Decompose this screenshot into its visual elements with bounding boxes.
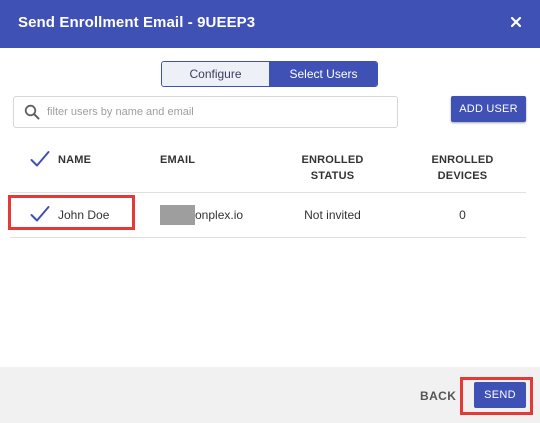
dialog-footer: BACK SEND — [0, 367, 540, 423]
column-enrolled-devices-line2: DEVICES — [437, 170, 488, 182]
row-check-icon[interactable] — [30, 205, 50, 228]
add-user-button[interactable]: ADD USER — [451, 96, 526, 122]
users-table: NAME EMAIL ENROLLED STATUS ENROLLED DEVI… — [10, 140, 526, 238]
dialog-title: Send Enrollment Email - 9UEEP3 — [18, 14, 256, 31]
back-button[interactable]: BACK — [420, 389, 456, 403]
send-button[interactable]: SEND — [474, 382, 526, 408]
column-enrolled-status-line1: ENROLLED — [301, 154, 364, 166]
search-icon — [24, 104, 40, 120]
user-enrolled-status: Not invited — [304, 208, 361, 222]
user-name: John Doe — [58, 208, 110, 222]
search-input[interactable] — [47, 103, 387, 121]
tab-group: Configure Email Select Users — [161, 61, 378, 87]
user-enrolled-devices: 0 — [459, 208, 466, 222]
column-enrolled-devices-line1: ENROLLED — [431, 154, 494, 166]
select-all-check-icon[interactable] — [30, 150, 50, 173]
table-header: NAME EMAIL ENROLLED STATUS ENROLLED DEVI… — [10, 140, 526, 193]
column-enrolled-status-line2: STATUS — [310, 170, 355, 182]
column-enrolled-status: ENROLLED STATUS — [290, 152, 375, 184]
close-icon[interactable] — [508, 14, 524, 30]
redacted-block — [160, 205, 195, 225]
column-email: EMAIL — [160, 154, 196, 166]
dialog-header: Send Enrollment Email - 9UEEP3 — [0, 0, 540, 48]
user-email-suffix: onplex.io — [195, 208, 244, 222]
column-enrolled-devices: ENROLLED DEVICES — [420, 152, 505, 184]
table-row[interactable]: John Doe onplex.io Not invited 0 — [10, 193, 526, 238]
user-email: onplex.io — [160, 205, 243, 225]
column-name: NAME — [58, 154, 92, 166]
send-enrollment-email-dialog: Send Enrollment Email - 9UEEP3 Configure… — [0, 0, 540, 423]
search-box — [13, 96, 398, 128]
tab-select-users[interactable]: Select Users — [270, 62, 377, 86]
tab-configure-email[interactable]: Configure Email — [162, 62, 270, 86]
